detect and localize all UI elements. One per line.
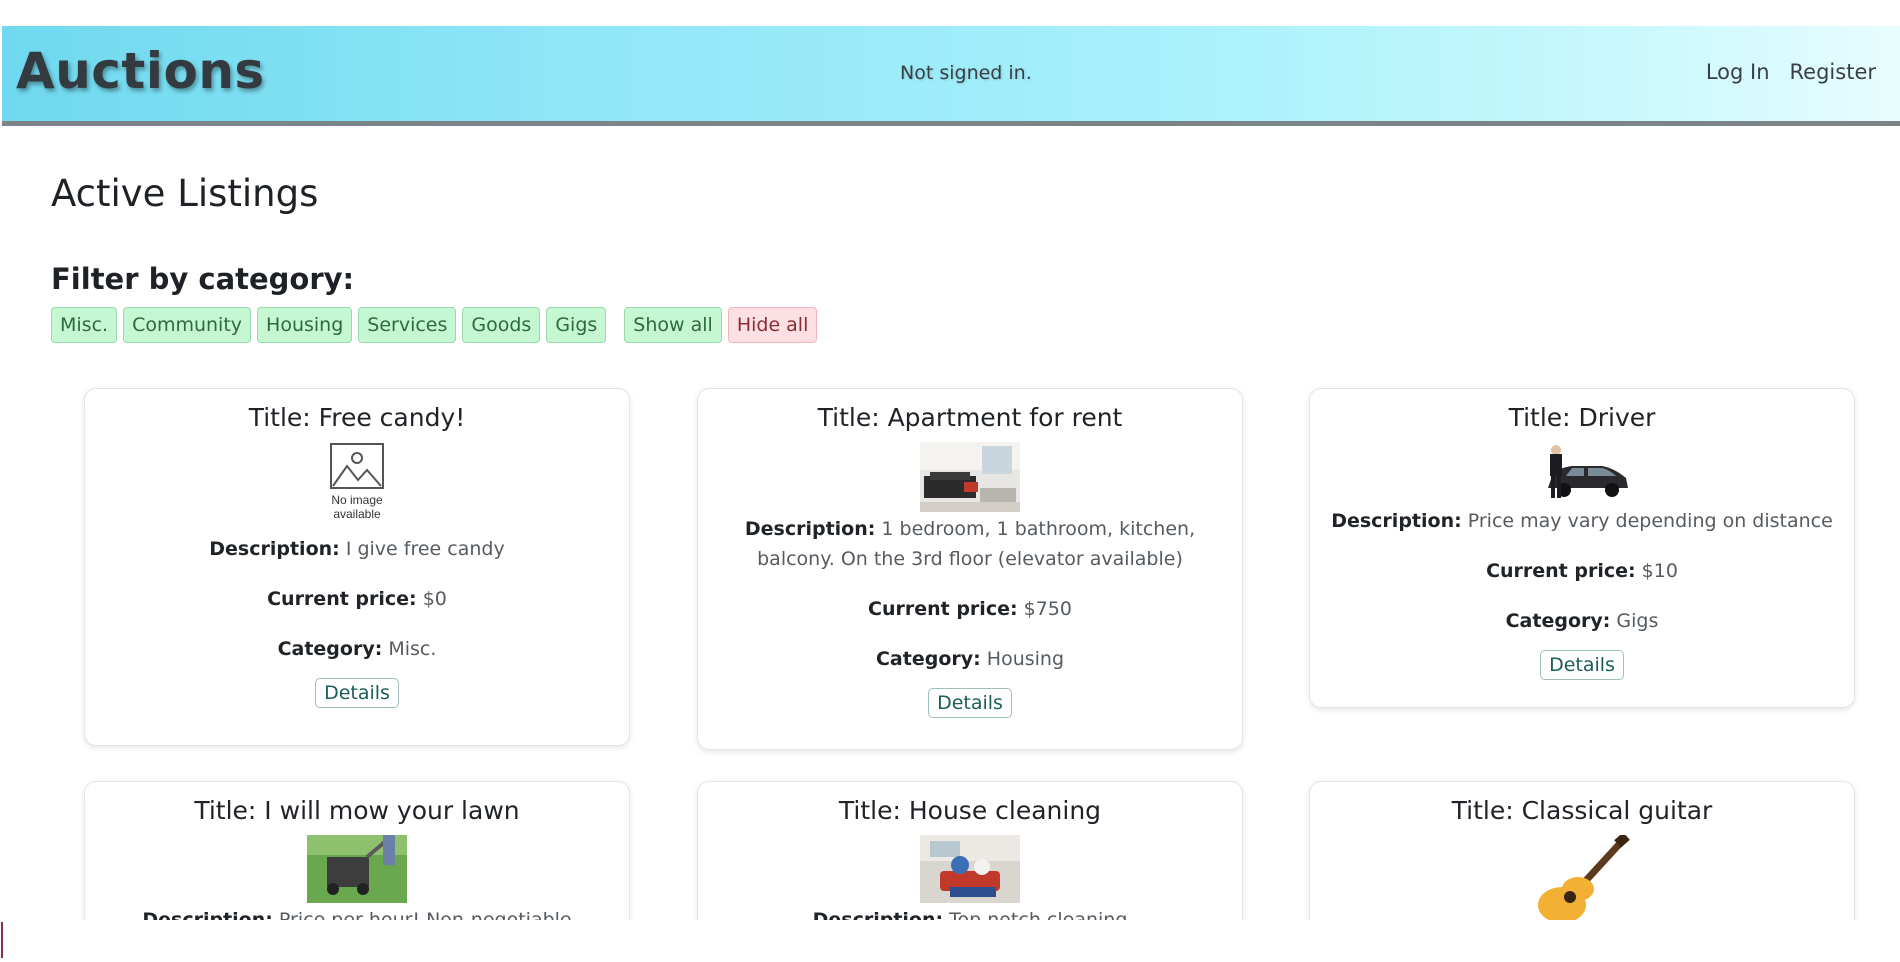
listing-title: Title: Apartment for rent <box>817 403 1123 432</box>
filter-services-button[interactable]: Services <box>358 307 457 343</box>
listing-price: Current price: $0 <box>85 584 629 614</box>
filter-housing-button[interactable]: Housing <box>257 307 353 343</box>
category-value: Housing <box>986 648 1065 670</box>
bottom-strip <box>0 920 1900 962</box>
details-button[interactable]: Details <box>1540 650 1624 680</box>
description-label: Description: <box>209 538 340 560</box>
brand-title[interactable]: Auctions <box>16 42 265 100</box>
listing-title: Title: Driver <box>1508 403 1656 432</box>
listing-category: Category: Misc. <box>85 634 629 664</box>
listing-card: Title: Apartment for rent Description: 1… <box>697 388 1243 750</box>
listing-description: Description: I give free candy <box>85 534 629 564</box>
price-label: Current price: <box>267 588 417 610</box>
filter-goods-button[interactable]: Goods <box>462 307 541 343</box>
login-link[interactable]: Log In <box>1706 60 1770 84</box>
listing-card: Title: Free candy! No image available De… <box>84 388 630 746</box>
register-link[interactable]: Register <box>1790 60 1876 84</box>
listing-card: Title: Driver Description: Price may var… <box>1309 388 1855 708</box>
filter-heading: Filter by category: <box>51 262 355 296</box>
apartment-photo <box>920 442 1020 512</box>
price-value: $0 <box>422 588 447 610</box>
listing-description: Description: Price may vary depending on… <box>1310 506 1854 536</box>
text-cursor <box>1 922 3 958</box>
description-label: Description: <box>744 518 876 540</box>
category-label: Category: <box>277 638 383 660</box>
listing-card: Title: Classical guitar <box>1309 781 1855 920</box>
listing-description: Description: 1 bedroom, 1 bathroom, kitc… <box>698 514 1242 574</box>
viewport: Auctions Not signed in. Log In Register … <box>0 0 1900 920</box>
description-label: Description: <box>1331 510 1462 532</box>
details-button[interactable]: Details <box>315 678 399 708</box>
filter-misc-button[interactable]: Misc. <box>51 307 118 343</box>
description-text: Top notch cleaning <box>949 909 1128 920</box>
signin-status: Not signed in. <box>900 62 1032 84</box>
category-value: Misc. <box>388 638 437 660</box>
no-image-placeholder-icon: No image available <box>330 443 384 521</box>
listing-category: Category: Housing <box>698 644 1242 674</box>
page-title: Active Listings <box>51 172 319 215</box>
category-label: Category: <box>875 648 981 670</box>
filter-community-button[interactable]: Community <box>123 307 252 343</box>
price-value: $750 <box>1023 598 1072 620</box>
listing-title: Title: Classical guitar <box>1451 796 1713 825</box>
listing-price: Current price: $10 <box>1310 556 1854 586</box>
guitar-photo <box>1532 835 1632 920</box>
description-label: Description: <box>142 909 273 920</box>
svg-text:No image: No image <box>331 493 383 507</box>
description-label: Description: <box>812 909 944 920</box>
cleaning-photo <box>920 835 1020 903</box>
listing-card: Title: I will mow your lawn Description:… <box>84 781 630 920</box>
category-label: Category: <box>1505 610 1611 632</box>
listing-title: Title: House cleaning <box>838 796 1102 825</box>
driver-car-photo <box>1532 442 1632 504</box>
lawn-mower-photo <box>307 835 407 903</box>
listing-title: Title: I will mow your lawn <box>194 796 520 825</box>
listing-title: Title: Free candy! <box>248 403 466 432</box>
category-filter-bar: Misc. Community Housing Services Goods G… <box>51 307 818 343</box>
listing-description: Description: Top notch cleaning <box>698 905 1242 920</box>
filter-gigs-button[interactable]: Gigs <box>546 307 607 343</box>
svg-text:available: available <box>333 507 381 521</box>
listing-description: Description: Price per hour! Non-negotia… <box>85 905 629 920</box>
description-text: I give free candy <box>345 538 505 560</box>
category-value: Gigs <box>1616 610 1659 632</box>
price-value: $10 <box>1641 560 1678 582</box>
listing-price: Current price: $750 <box>698 594 1242 624</box>
price-label: Current price: <box>868 598 1018 620</box>
price-label: Current price: <box>1486 560 1636 582</box>
hide-all-button[interactable]: Hide all <box>727 307 818 343</box>
description-text: Price may vary depending on distance <box>1467 510 1833 532</box>
nav-links: Log In Register <box>1706 60 1876 84</box>
show-all-button[interactable]: Show all <box>624 307 722 343</box>
listing-category: Category: Gigs <box>1310 606 1854 636</box>
description-text: Price per hour! Non-negotiable <box>278 909 572 920</box>
top-navbar: Auctions Not signed in. Log In Register <box>2 26 1900 126</box>
details-button[interactable]: Details <box>928 688 1012 718</box>
listing-card: Title: House cleaning Description: Top n… <box>697 781 1243 920</box>
